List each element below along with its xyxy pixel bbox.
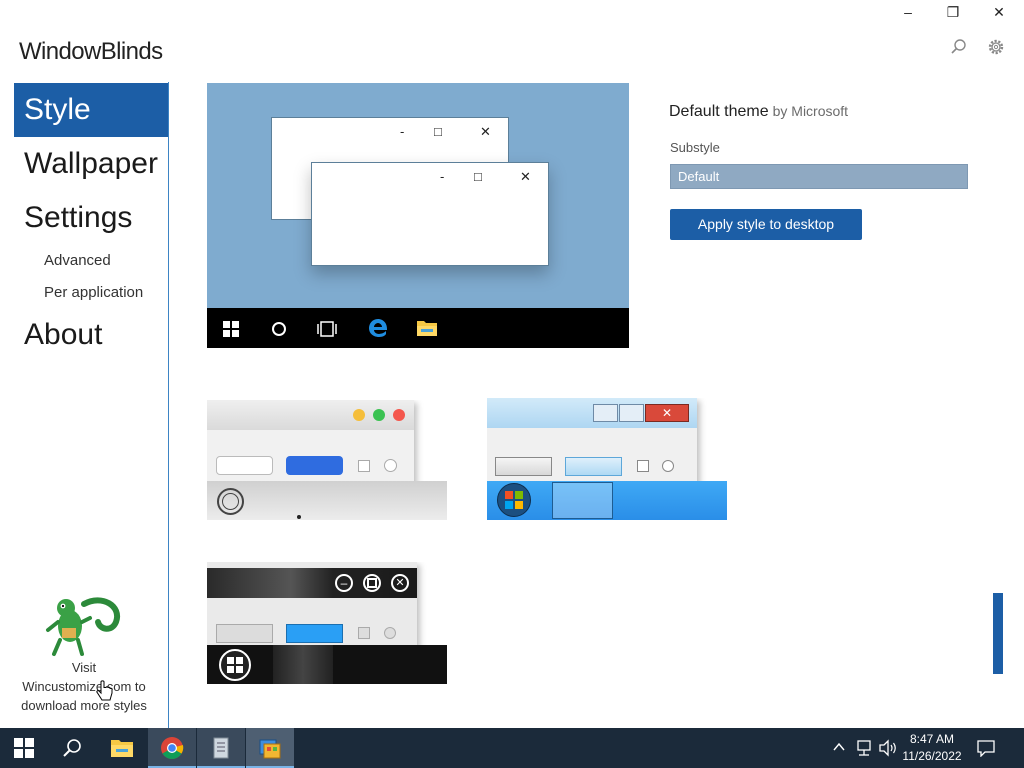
volume-icon[interactable] <box>878 739 898 757</box>
task-view-icon <box>317 321 337 337</box>
notepad-icon <box>213 737 229 759</box>
app-title: WindowBlinds <box>19 38 163 65</box>
style-thumbnail-windows7[interactable]: ✕ <box>487 398 727 520</box>
theme-title: Default theme by Microsoft <box>669 103 848 121</box>
apply-style-button[interactable]: Apply style to desktop <box>670 209 862 240</box>
chrome-icon <box>161 737 184 759</box>
sidebar-item-wallpaper[interactable]: Wallpaper <box>14 137 168 191</box>
windowblinds-button[interactable] <box>246 728 294 768</box>
preview-close-icon: ✕ <box>480 124 491 139</box>
preview-window-front: - □ ✕ <box>311 162 549 266</box>
close-button[interactable]: ✕ <box>976 0 1022 24</box>
clock-date[interactable]: 11/26/2022 <box>900 749 964 763</box>
sidebar-item-per-application[interactable]: Per application <box>44 284 143 301</box>
substyle-dropdown[interactable]: Default <box>670 164 968 189</box>
promo-line-3: download more styles <box>21 698 147 713</box>
theme-author: by Microsoft <box>772 103 849 119</box>
start-button[interactable] <box>0 728 48 768</box>
file-explorer-button[interactable] <box>98 728 146 768</box>
theme-name: Default theme <box>669 103 769 120</box>
substyle-label: Substyle <box>670 140 720 155</box>
maximize-button[interactable]: ❐ <box>930 0 976 24</box>
network-icon[interactable] <box>855 739 873 757</box>
windows-logo-icon <box>223 321 239 337</box>
windowblinds-icon <box>259 739 281 759</box>
search-icon[interactable] <box>950 38 968 56</box>
style-thumbnail-mac[interactable] <box>207 400 447 520</box>
promo-line-1: Visit <box>71 660 97 675</box>
preview-minimize-icon: - <box>440 169 445 184</box>
minimize-button[interactable]: – <box>885 0 931 24</box>
preview-taskbar <box>207 308 629 348</box>
hand-cursor-icon <box>96 680 113 701</box>
windows7-logo-icon <box>505 491 523 509</box>
edge-icon <box>369 319 387 337</box>
preview-maximize-icon: □ <box>434 124 442 139</box>
gear-icon[interactable] <box>987 38 1005 56</box>
sidebar-item-style[interactable]: Style <box>14 83 168 137</box>
scrollbar-thumb[interactable] <box>993 593 1003 674</box>
notifications-icon[interactable] <box>976 739 996 757</box>
search-icon <box>63 739 81 757</box>
sidebar-item-about[interactable]: About <box>14 308 168 362</box>
start-icon <box>14 738 34 758</box>
notepad-button[interactable] <box>197 728 245 768</box>
clock-time[interactable]: 8:47 AM <box>900 732 964 746</box>
windows-logo-icon <box>227 657 243 673</box>
style-thumbnail-dark[interactable]: – ✕ <box>207 562 447 684</box>
chrome-button[interactable] <box>148 728 196 768</box>
promo-line-2: Wincustomize.com to <box>22 679 146 694</box>
theme-preview: - □ ✕ - □ ✕ <box>207 83 629 348</box>
folder-icon <box>417 321 437 336</box>
sidebar-item-advanced[interactable]: Advanced <box>44 252 111 269</box>
cortana-icon <box>272 322 286 336</box>
preview-maximize-icon: □ <box>474 169 482 184</box>
preview-close-icon: ✕ <box>520 169 531 184</box>
promo-link[interactable]: Visit Wincustomize.com to download more … <box>10 595 158 715</box>
taskbar: 8:47 AM 11/26/2022 <box>0 728 1024 768</box>
file-explorer-icon <box>111 740 133 757</box>
preview-minimize-icon: - <box>400 124 405 139</box>
chevron-up-icon[interactable] <box>832 740 846 754</box>
search-button[interactable] <box>48 728 96 768</box>
sidebar-item-settings[interactable]: Settings <box>14 191 168 245</box>
